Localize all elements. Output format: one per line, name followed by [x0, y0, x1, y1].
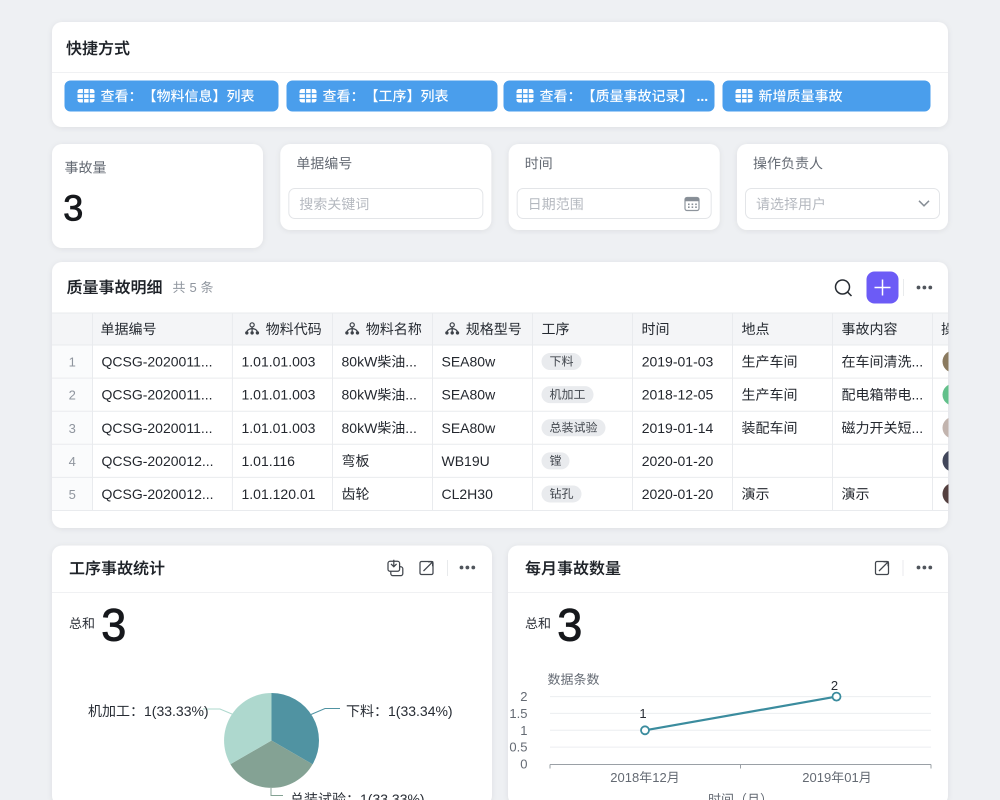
- svg-text:1.01.120.01: 1.01.120.01: [242, 486, 316, 502]
- svg-text:1(33.33%): 1(33.33%): [144, 703, 209, 719]
- svg-text:QCSG-2020011...: QCSG-2020011...: [102, 354, 213, 370]
- svg-text:5: 5: [69, 487, 76, 502]
- svg-text:2018: 2018: [610, 770, 639, 785]
- svg-text:12: 12: [652, 770, 666, 785]
- svg-text:1.01.01.003: 1.01.01.003: [242, 354, 316, 370]
- svg-text:...: ...: [912, 420, 924, 436]
- svg-text:...: ...: [697, 88, 709, 104]
- svg-text:3: 3: [557, 600, 582, 651]
- svg-text:2019-01-14: 2019-01-14: [642, 420, 714, 436]
- svg-text:1.01.116: 1.01.116: [242, 453, 296, 469]
- svg-text:3: 3: [69, 421, 76, 436]
- svg-text:01: 01: [844, 770, 858, 785]
- svg-text:SEA80w: SEA80w: [442, 354, 497, 370]
- svg-text:QCSG-2020012...: QCSG-2020012...: [102, 453, 214, 469]
- svg-text:1.01.01.003: 1.01.01.003: [242, 420, 316, 436]
- svg-text:QCSG-2020012...: QCSG-2020012...: [102, 486, 214, 502]
- svg-text:80kW: 80kW: [342, 354, 379, 370]
- svg-text:2018-12-05: 2018-12-05: [642, 387, 714, 403]
- svg-text:2020-01-20: 2020-01-20: [642, 453, 714, 469]
- svg-text:2020-01-20: 2020-01-20: [642, 486, 714, 502]
- svg-text:1(33.34%): 1(33.34%): [388, 703, 453, 719]
- svg-text:1: 1: [69, 355, 76, 370]
- svg-text:5: 5: [190, 280, 197, 295]
- svg-text:1.5: 1.5: [509, 706, 527, 721]
- svg-text:...: ...: [405, 387, 417, 403]
- svg-text:...: ...: [912, 354, 924, 370]
- svg-text:0.5: 0.5: [509, 740, 527, 755]
- svg-text:2: 2: [69, 388, 76, 403]
- svg-text:1.01.01.003: 1.01.01.003: [242, 387, 316, 403]
- svg-text:...: ...: [912, 387, 924, 403]
- svg-text:WB19U: WB19U: [442, 453, 490, 469]
- svg-text:4: 4: [69, 454, 76, 469]
- svg-text:2019: 2019: [802, 770, 831, 785]
- svg-text:...: ...: [405, 354, 417, 370]
- svg-text:CL2H30: CL2H30: [442, 486, 494, 502]
- svg-text:3: 3: [101, 600, 126, 651]
- svg-text:80kW: 80kW: [342, 420, 379, 436]
- svg-text:QCSG-2020011...: QCSG-2020011...: [102, 420, 213, 436]
- svg-text:1: 1: [520, 723, 527, 738]
- svg-text:SEA80w: SEA80w: [442, 420, 497, 436]
- svg-text:SEA80w: SEA80w: [442, 387, 497, 403]
- svg-text:2019-01-03: 2019-01-03: [642, 354, 714, 370]
- svg-text:QCSG-2020011...: QCSG-2020011...: [102, 387, 213, 403]
- svg-text:2: 2: [520, 689, 527, 704]
- svg-text:1: 1: [639, 706, 646, 721]
- svg-text:2: 2: [831, 678, 838, 693]
- svg-text:...: ...: [405, 420, 417, 436]
- svg-text:3: 3: [63, 188, 83, 229]
- svg-text:0: 0: [520, 757, 527, 772]
- svg-text:1(33.33%): 1(33.33%): [360, 791, 425, 800]
- svg-text:80kW: 80kW: [342, 387, 379, 403]
